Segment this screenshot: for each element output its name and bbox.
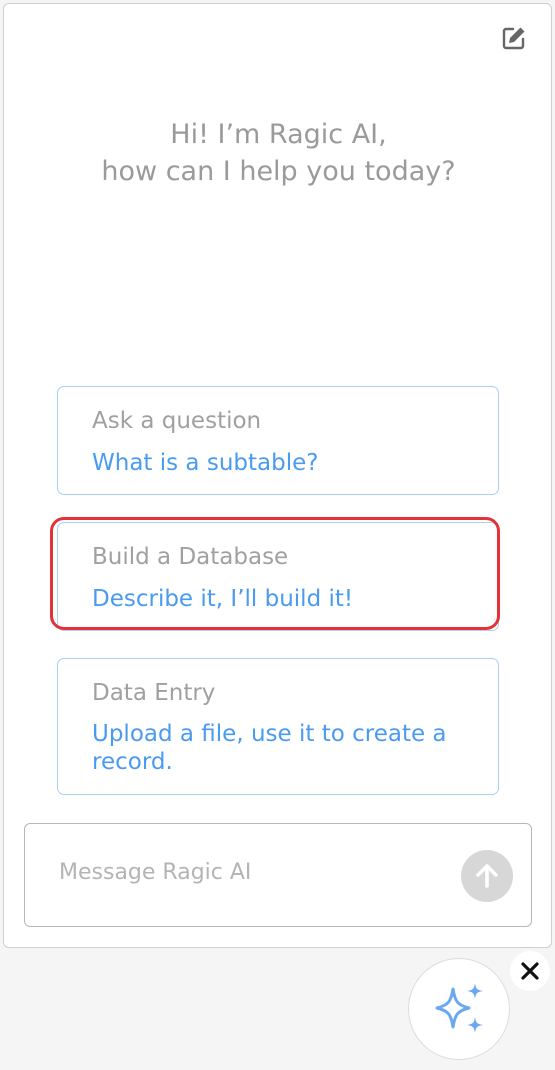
ai-launcher-button[interactable] <box>408 958 510 1060</box>
close-icon <box>521 962 539 980</box>
message-composer <box>24 823 532 927</box>
sparkles-icon <box>435 983 483 1033</box>
suggestion-title: Data Entry <box>92 680 216 706</box>
greeting-line-2: how can I help you today? <box>101 156 456 187</box>
suggestion-subtitle: Upload a file, use it to create a record… <box>92 721 447 775</box>
suggestion-ask-question[interactable]: Ask a question What is a subtable? <box>57 386 499 495</box>
ai-chat-panel: Hi! I’m Ragic AI, how can I help you tod… <box>3 3 552 948</box>
suggestion-title: Build a Database <box>92 544 289 570</box>
message-input[interactable] <box>59 860 439 885</box>
new-chat-button[interactable] <box>498 22 530 54</box>
send-button[interactable] <box>461 850 513 902</box>
arrow-up-icon <box>476 864 498 888</box>
suggestion-data-entry[interactable]: Data Entry Upload a file, use it to crea… <box>57 658 499 795</box>
suggestion-build-database[interactable]: Build a Database Describe it, I’ll build… <box>57 522 499 631</box>
suggestion-title: Ask a question <box>92 408 262 434</box>
suggestion-subtitle: Describe it, I’ll build it! <box>92 586 354 612</box>
suggestion-subtitle: What is a subtable? <box>92 450 319 476</box>
edit-pencil-icon <box>502 27 525 50</box>
welcome-greeting: Hi! I’m Ragic AI, how can I help you tod… <box>4 116 553 190</box>
greeting-line-1: Hi! I’m Ragic AI, <box>170 119 387 150</box>
close-button[interactable] <box>510 951 550 991</box>
